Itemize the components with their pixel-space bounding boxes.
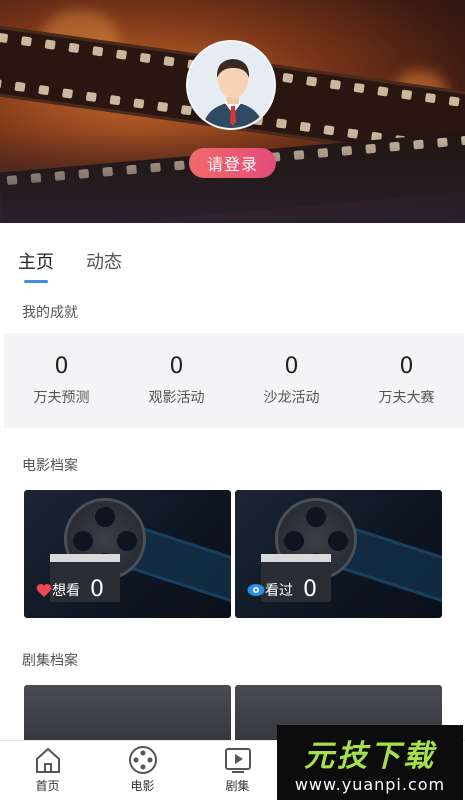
card-label-text: 看过 <box>265 582 293 599</box>
tab-label: 主页 <box>18 252 54 273</box>
watermark-brand: 元技下载 <box>304 739 436 774</box>
tab-label: 动态 <box>86 252 122 273</box>
tabbar-item-movies[interactable]: 电影 <box>95 741 190 800</box>
play-icon <box>224 748 251 773</box>
login-button[interactable]: 请登录 <box>189 148 276 178</box>
card-label-text: 想看 <box>52 582 80 599</box>
tab-home[interactable]: 主页 <box>18 248 54 283</box>
movie-archive-title: 电影档案 <box>22 458 78 474</box>
achievement-value: 0 <box>169 354 184 379</box>
series-archive-title: 剧集档案 <box>22 653 78 669</box>
watermark-url: www.yuanpi.com <box>294 775 446 794</box>
film-reel-icon <box>128 746 157 774</box>
achievement-salon[interactable]: 0 沙龙活动 <box>234 333 349 428</box>
achievement-value: 0 <box>399 354 414 379</box>
achievements-panel: 0 万夫预测 0 观影活动 0 沙龙活动 0 万夫大赛 <box>4 333 464 428</box>
achievement-forecast[interactable]: 0 万夫预测 <box>4 333 119 428</box>
achievements-title: 我的成就 <box>22 305 78 321</box>
achievement-label: 万夫预测 <box>33 390 90 406</box>
tab-active-indicator <box>24 280 48 283</box>
achievement-contest[interactable]: 0 万夫大赛 <box>349 333 464 428</box>
watermark-logo: 元技下载 www.yuanpi.com <box>277 725 463 800</box>
card-count: 0 <box>303 577 317 602</box>
tabbar-label: 剧集 <box>225 779 250 793</box>
home-icon <box>35 747 60 773</box>
tabbar-item-home[interactable]: 首页 <box>0 741 95 800</box>
card-count: 0 <box>90 577 104 602</box>
heart-icon <box>36 583 52 597</box>
achievement-label: 观影活动 <box>148 390 205 406</box>
banner-shade <box>0 133 465 223</box>
want-to-watch-label: 想看 0 <box>36 577 104 602</box>
movie-want-to-watch-card[interactable]: 想看 0 <box>24 490 231 618</box>
tab-activity[interactable]: 动态 <box>86 248 122 274</box>
movie-watched-card[interactable]: 看过 0 <box>235 490 442 618</box>
achievement-label: 万夫大赛 <box>378 390 435 406</box>
tabbar-label: 电影 <box>130 779 155 793</box>
achievement-value: 0 <box>54 354 69 379</box>
achievement-label: 沙龙活动 <box>263 390 320 406</box>
tabbar-item-series[interactable]: 剧集 <box>190 741 285 800</box>
achievement-value: 0 <box>284 354 299 379</box>
avatar[interactable] <box>186 40 276 130</box>
profile-tabs: 主页 动态 <box>18 248 122 283</box>
tabbar-label: 首页 <box>35 779 60 793</box>
eye-icon <box>247 583 265 596</box>
achievement-screening[interactable]: 0 观影活动 <box>119 333 234 428</box>
default-avatar-icon <box>188 42 274 128</box>
watched-label: 看过 0 <box>247 577 317 602</box>
